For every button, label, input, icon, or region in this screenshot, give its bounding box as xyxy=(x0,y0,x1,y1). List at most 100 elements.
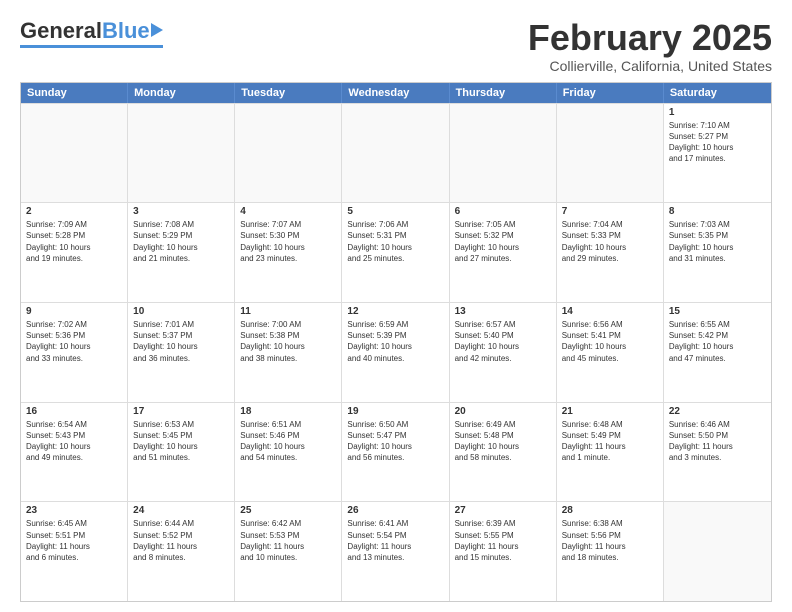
day-number: 13 xyxy=(455,306,551,317)
calendar-cell: 1 Sunrise: 7:10 AM Sunset: 5:27 PM Daylig… xyxy=(664,104,771,203)
calendar-row: 16 Sunrise: 6:54 AM Sunset: 5:43 PM Dayli… xyxy=(21,402,771,502)
cell-text: Sunrise: 6:51 AM Sunset: 5:46 PM Dayligh… xyxy=(240,419,336,464)
logo-blue: Blue xyxy=(102,18,150,43)
calendar-cell: 7Sunrise: 7:04 AM Sunset: 5:33 PM Daylig… xyxy=(557,203,664,302)
logo-text: GeneralBlue xyxy=(20,18,150,44)
calendar-cell xyxy=(664,502,771,601)
title-section: February 2025 Collierville, California, … xyxy=(528,18,772,74)
logo: GeneralBlue xyxy=(20,18,163,48)
header-friday: Friday xyxy=(557,83,664,103)
day-number: 8 xyxy=(669,206,766,217)
cell-text: Sunrise: 7:03 AM Sunset: 5:35 PM Dayligh… xyxy=(669,219,766,264)
calendar-cell: 5Sunrise: 7:06 AM Sunset: 5:31 PM Daylig… xyxy=(342,203,449,302)
day-number: 28 xyxy=(562,505,658,516)
calendar-cell: 25 Sunrise: 6:42 AM Sunset: 5:53 PM Dayli… xyxy=(235,502,342,601)
cell-text: Sunrise: 7:06 AM Sunset: 5:31 PM Dayligh… xyxy=(347,219,443,264)
header-wednesday: Wednesday xyxy=(342,83,449,103)
day-number: 27 xyxy=(455,505,551,516)
calendar-cell: 17 Sunrise: 6:53 AM Sunset: 5:45 PM Dayli… xyxy=(128,403,235,502)
calendar-cell: 15 Sunrise: 6:55 AM Sunset: 5:42 PM Dayli… xyxy=(664,303,771,402)
day-number: 16 xyxy=(26,406,122,417)
calendar-row: 23Sunrise: 6:45 AM Sunset: 5:51 PM Dayli… xyxy=(21,501,771,601)
day-number: 12 xyxy=(347,306,443,317)
cell-text: Sunrise: 7:10 AM Sunset: 5:27 PM Dayligh… xyxy=(669,120,766,165)
day-number: 11 xyxy=(240,306,336,317)
cell-text: Sunrise: 7:05 AM Sunset: 5:32 PM Dayligh… xyxy=(455,219,551,264)
calendar-row: 1 Sunrise: 7:10 AM Sunset: 5:27 PM Daylig… xyxy=(21,103,771,203)
day-number: 22 xyxy=(669,406,766,417)
day-number: 26 xyxy=(347,505,443,516)
subtitle: Collierville, California, United States xyxy=(528,58,772,74)
cell-text: Sunrise: 6:38 AM Sunset: 5:56 PM Dayligh… xyxy=(562,518,658,563)
calendar-cell: 8 Sunrise: 7:03 AM Sunset: 5:35 PM Daylig… xyxy=(664,203,771,302)
cell-text: Sunrise: 6:46 AM Sunset: 5:50 PM Dayligh… xyxy=(669,419,766,464)
day-number: 21 xyxy=(562,406,658,417)
cell-text: Sunrise: 6:56 AM Sunset: 5:41 PM Dayligh… xyxy=(562,319,658,364)
cell-text: Sunrise: 6:49 AM Sunset: 5:48 PM Dayligh… xyxy=(455,419,551,464)
logo-underline xyxy=(20,45,163,48)
day-number: 15 xyxy=(669,306,766,317)
cell-text: Sunrise: 6:53 AM Sunset: 5:45 PM Dayligh… xyxy=(133,419,229,464)
calendar-cell: 23Sunrise: 6:45 AM Sunset: 5:51 PM Dayli… xyxy=(21,502,128,601)
cell-text: Sunrise: 6:44 AM Sunset: 5:52 PM Dayligh… xyxy=(133,518,229,563)
cell-text: Sunrise: 6:55 AM Sunset: 5:42 PM Dayligh… xyxy=(669,319,766,364)
calendar-cell xyxy=(450,104,557,203)
calendar-cell: 3 Sunrise: 7:08 AM Sunset: 5:29 PM Daylig… xyxy=(128,203,235,302)
calendar-cell xyxy=(235,104,342,203)
calendar: Sunday Monday Tuesday Wednesday Thursday… xyxy=(20,82,772,602)
calendar-cell: 21 Sunrise: 6:48 AM Sunset: 5:49 PM Dayli… xyxy=(557,403,664,502)
cell-text: Sunrise: 6:42 AM Sunset: 5:53 PM Dayligh… xyxy=(240,518,336,563)
cell-text: Sunrise: 6:48 AM Sunset: 5:49 PM Dayligh… xyxy=(562,419,658,464)
calendar-cell: 4 Sunrise: 7:07 AM Sunset: 5:30 PM Daylig… xyxy=(235,203,342,302)
cell-text: Sunrise: 6:57 AM Sunset: 5:40 PM Dayligh… xyxy=(455,319,551,364)
calendar-cell: 2 Sunrise: 7:09 AM Sunset: 5:28 PM Daylig… xyxy=(21,203,128,302)
day-number: 25 xyxy=(240,505,336,516)
cell-text: Sunrise: 7:08 AM Sunset: 5:29 PM Dayligh… xyxy=(133,219,229,264)
day-number: 10 xyxy=(133,306,229,317)
day-number: 9 xyxy=(26,306,122,317)
cell-text: Sunrise: 6:41 AM Sunset: 5:54 PM Dayligh… xyxy=(347,518,443,563)
calendar-cell: 6 Sunrise: 7:05 AM Sunset: 5:32 PM Daylig… xyxy=(450,203,557,302)
calendar-cell: 26 Sunrise: 6:41 AM Sunset: 5:54 PM Dayli… xyxy=(342,502,449,601)
day-number: 24 xyxy=(133,505,229,516)
calendar-row: 2 Sunrise: 7:09 AM Sunset: 5:28 PM Daylig… xyxy=(21,202,771,302)
header-monday: Monday xyxy=(128,83,235,103)
calendar-cell: 11 Sunrise: 7:00 AM Sunset: 5:38 PM Dayli… xyxy=(235,303,342,402)
cell-text: Sunrise: 7:00 AM Sunset: 5:38 PM Dayligh… xyxy=(240,319,336,364)
calendar-cell xyxy=(557,104,664,203)
page: GeneralBlue February 2025 Collierville, … xyxy=(0,0,792,612)
header-sunday: Sunday xyxy=(21,83,128,103)
cell-text: Sunrise: 6:39 AM Sunset: 5:55 PM Dayligh… xyxy=(455,518,551,563)
calendar-cell: 14 Sunrise: 6:56 AM Sunset: 5:41 PM Dayli… xyxy=(557,303,664,402)
day-number: 17 xyxy=(133,406,229,417)
calendar-cell: 18 Sunrise: 6:51 AM Sunset: 5:46 PM Dayli… xyxy=(235,403,342,502)
calendar-cell xyxy=(128,104,235,203)
day-number: 4 xyxy=(240,206,336,217)
calendar-cell xyxy=(21,104,128,203)
day-number: 20 xyxy=(455,406,551,417)
calendar-cell: 9Sunrise: 7:02 AM Sunset: 5:36 PM Daylig… xyxy=(21,303,128,402)
calendar-body: 1 Sunrise: 7:10 AM Sunset: 5:27 PM Daylig… xyxy=(21,103,771,601)
cell-text: Sunrise: 6:50 AM Sunset: 5:47 PM Dayligh… xyxy=(347,419,443,464)
logo-arrow-icon xyxy=(151,23,163,37)
calendar-cell: 12 Sunrise: 6:59 AM Sunset: 5:39 PM Dayli… xyxy=(342,303,449,402)
day-number: 18 xyxy=(240,406,336,417)
day-number: 6 xyxy=(455,206,551,217)
calendar-cell: 19Sunrise: 6:50 AM Sunset: 5:47 PM Dayli… xyxy=(342,403,449,502)
cell-text: Sunrise: 7:04 AM Sunset: 5:33 PM Dayligh… xyxy=(562,219,658,264)
cell-text: Sunrise: 6:54 AM Sunset: 5:43 PM Dayligh… xyxy=(26,419,122,464)
day-number: 1 xyxy=(669,107,766,118)
day-number: 14 xyxy=(562,306,658,317)
cell-text: Sunrise: 7:01 AM Sunset: 5:37 PM Dayligh… xyxy=(133,319,229,364)
header-thursday: Thursday xyxy=(450,83,557,103)
calendar-cell: 27 Sunrise: 6:39 AM Sunset: 5:55 PM Dayli… xyxy=(450,502,557,601)
calendar-cell: 24 Sunrise: 6:44 AM Sunset: 5:52 PM Dayli… xyxy=(128,502,235,601)
cell-text: Sunrise: 7:09 AM Sunset: 5:28 PM Dayligh… xyxy=(26,219,122,264)
cell-text: Sunrise: 7:07 AM Sunset: 5:30 PM Dayligh… xyxy=(240,219,336,264)
calendar-cell: 22 Sunrise: 6:46 AM Sunset: 5:50 PM Dayli… xyxy=(664,403,771,502)
day-number: 3 xyxy=(133,206,229,217)
cell-text: Sunrise: 6:59 AM Sunset: 5:39 PM Dayligh… xyxy=(347,319,443,364)
calendar-header: Sunday Monday Tuesday Wednesday Thursday… xyxy=(21,83,771,103)
day-number: 2 xyxy=(26,206,122,217)
day-number: 23 xyxy=(26,505,122,516)
